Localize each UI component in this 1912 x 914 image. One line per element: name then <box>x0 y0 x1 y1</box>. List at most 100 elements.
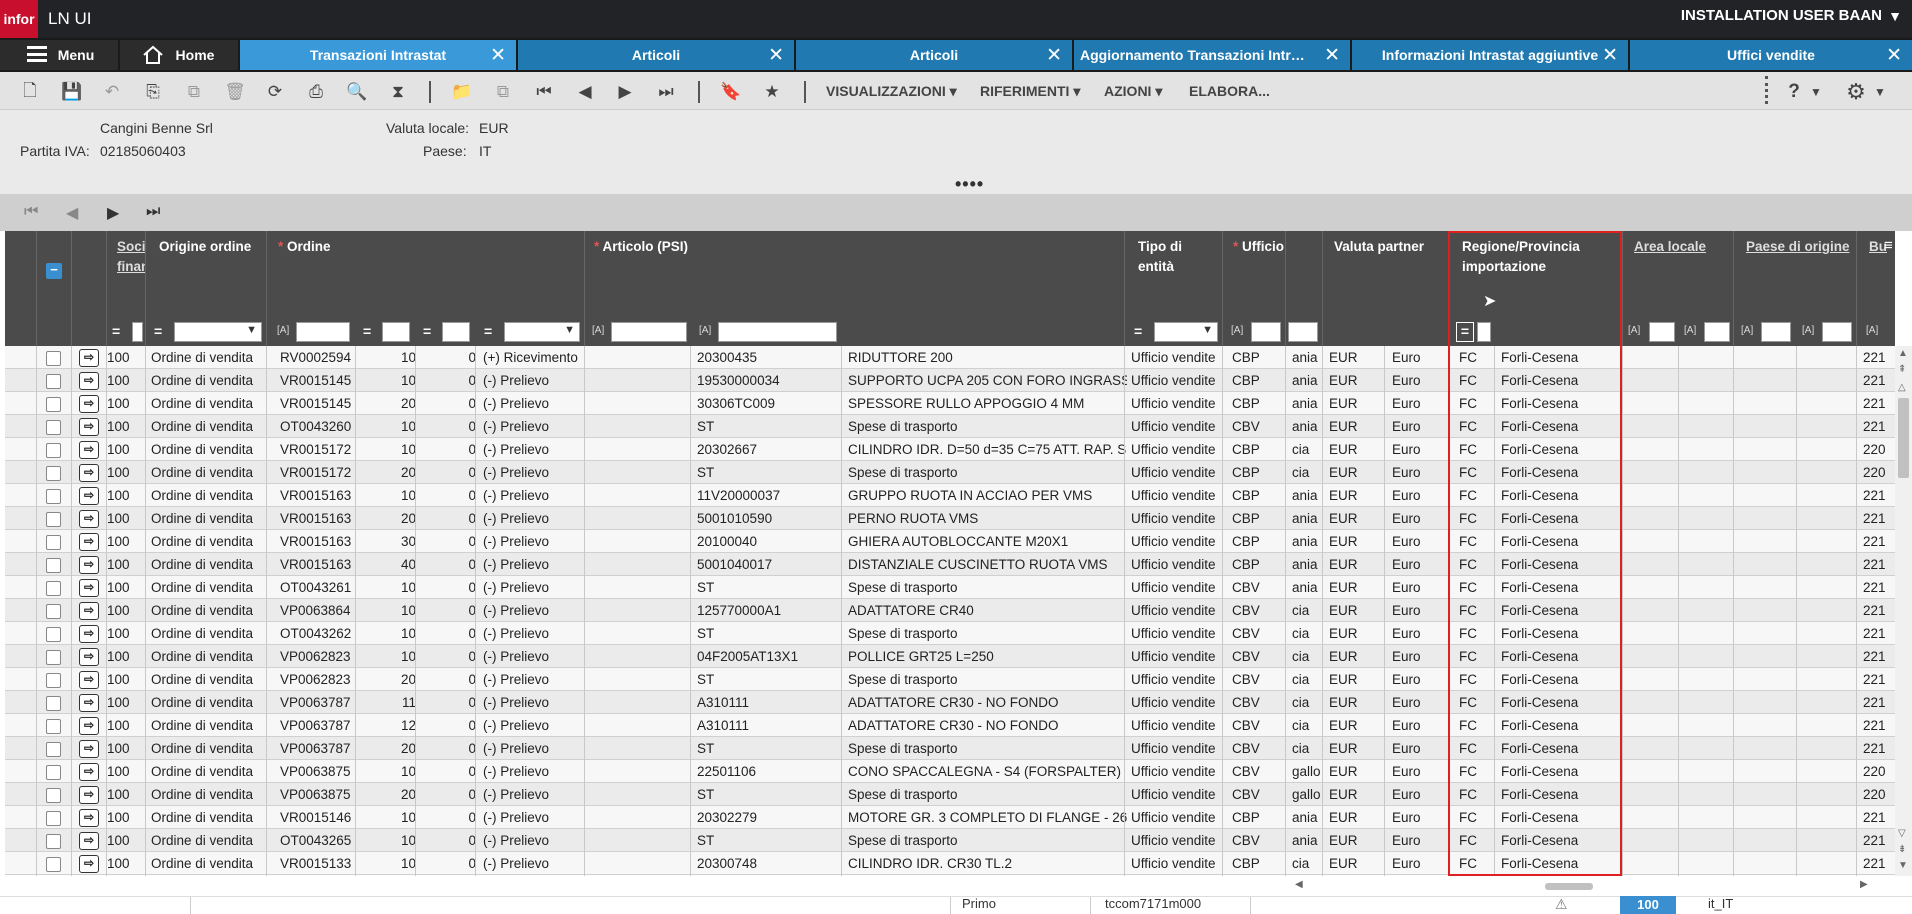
row-checkbox[interactable] <box>46 489 61 504</box>
next-page-icon[interactable]: ▶ <box>107 203 119 223</box>
copy-icon[interactable]: ⧉ <box>182 80 206 104</box>
vertical-scrollbar[interactable]: ▲ ⇞ △ ▽ ⇟ ▼ <box>1895 346 1912 876</box>
filter-input[interactable] <box>1288 322 1318 342</box>
goto-details-icon[interactable]: ⇨ <box>79 510 99 528</box>
close-icon[interactable]: ✕ <box>1602 44 1618 67</box>
goto-details-icon[interactable]: ⇨ <box>79 418 99 436</box>
filter-input[interactable] <box>442 322 470 342</box>
filter-input[interactable] <box>1649 322 1675 342</box>
filter-input[interactable] <box>382 322 410 342</box>
last-page-icon[interactable]: ⏭ <box>146 203 160 221</box>
goto-details-icon[interactable]: ⇨ <box>79 855 99 873</box>
column-header-origine[interactable]: Origine ordine <box>159 237 251 257</box>
tab-transazioni-intrastat[interactable]: Transazioni Intrastat ✕ <box>240 40 516 70</box>
goto-details-icon[interactable]: ⇨ <box>79 832 99 850</box>
previous-page-icon[interactable]: ◀ <box>66 203 78 223</box>
favorite-star-icon[interactable]: ★ <box>760 80 784 104</box>
goto-details-icon[interactable]: ⇨ <box>79 625 99 643</box>
user-menu-button[interactable]: INSTALLATION USER BAAN <box>1681 7 1882 24</box>
filter-input[interactable] <box>1761 322 1791 342</box>
filter-operator-icon[interactable]: = <box>363 323 371 339</box>
tab-home[interactable]: Home <box>120 40 238 70</box>
tab-informazioni-intrastat[interactable]: Informazioni Intrastat aggiuntive ✕ <box>1352 40 1628 70</box>
row-checkbox[interactable] <box>46 512 61 527</box>
goto-details-icon[interactable]: ⇨ <box>79 763 99 781</box>
select-all-checkbox[interactable]: − <box>46 263 62 279</box>
filter-operator-icon[interactable]: = <box>484 323 492 339</box>
row-checkbox[interactable] <box>46 857 61 872</box>
goto-details-icon[interactable]: ⇨ <box>79 717 99 735</box>
column-header-ufficio[interactable]: * Ufficio <box>1233 237 1289 257</box>
row-checkbox[interactable] <box>46 742 61 757</box>
goto-details-icon[interactable]: ⇨ <box>79 579 99 597</box>
folder-icon[interactable]: 📁 <box>450 80 474 104</box>
close-icon[interactable]: ✕ <box>1886 44 1902 67</box>
filter-input[interactable] <box>611 322 687 342</box>
horizontal-scrollbar[interactable]: ◀ ▶ <box>1290 876 1880 896</box>
tab-articoli-1[interactable]: Articoli ✕ <box>518 40 794 70</box>
copy-doc-icon[interactable]: ⧉ <box>491 80 515 104</box>
column-header-valuta-partner[interactable]: Valuta partner <box>1334 237 1424 257</box>
goto-details-icon[interactable]: ⇨ <box>79 349 99 367</box>
bookmark-icon[interactable]: 🔖 <box>719 80 743 104</box>
tab-aggiornamento[interactable]: Aggiornamento Transazioni Intrastat... ✕ <box>1074 40 1350 70</box>
filter-text-icon[interactable]: [A] <box>699 325 711 336</box>
filter-input[interactable] <box>1251 322 1281 342</box>
goto-details-icon[interactable]: ⇨ <box>79 464 99 482</box>
new-record-icon[interactable]: 🗋 <box>18 80 42 104</box>
row-checkbox[interactable] <box>46 650 61 665</box>
last-record-icon[interactable]: ⏭ <box>654 80 678 104</box>
close-icon[interactable]: ✕ <box>1324 44 1340 67</box>
row-checkbox[interactable] <box>46 834 61 849</box>
scroll-thumb[interactable] <box>1898 398 1909 478</box>
column-header-soci[interactable]: Soci finan <box>117 237 145 277</box>
goto-details-icon[interactable]: ⇨ <box>79 648 99 666</box>
caret-down-icon[interactable]: ▼ <box>1888 8 1902 24</box>
row-checkbox[interactable] <box>46 420 61 435</box>
previous-record-icon[interactable]: ◀ <box>573 80 597 104</box>
row-checkbox[interactable] <box>46 374 61 389</box>
row-checkbox[interactable] <box>46 604 61 619</box>
splitter-handle[interactable]: •••• <box>955 174 984 195</box>
filter-operator-icon[interactable]: = <box>112 323 120 339</box>
filter-input[interactable] <box>296 322 350 342</box>
next-record-icon[interactable]: ▶ <box>613 80 637 104</box>
filter-text-icon[interactable]: [A] <box>592 325 604 336</box>
row-checkbox[interactable] <box>46 558 61 573</box>
column-header-tipo-entita[interactable]: Tipo di entità <box>1138 237 1218 277</box>
duplicate-icon[interactable]: ⎘ <box>141 80 165 104</box>
refresh-icon[interactable]: ⟳ <box>263 80 287 104</box>
row-checkbox[interactable] <box>46 581 61 596</box>
filter-select[interactable]: ▼ <box>174 322 262 342</box>
row-checkbox[interactable] <box>46 466 61 481</box>
goto-details-icon[interactable]: ⇨ <box>79 487 99 505</box>
filter-text-icon[interactable]: [A] <box>1802 325 1814 336</box>
column-header-area-locale[interactable]: Area locale <box>1634 237 1706 257</box>
first-record-icon[interactable]: ⏮ <box>532 80 556 104</box>
row-checkbox[interactable] <box>46 788 61 803</box>
row-checkbox[interactable] <box>46 443 61 458</box>
row-checkbox[interactable] <box>46 811 61 826</box>
search-icon[interactable]: 🔍 <box>345 80 369 104</box>
filter-input[interactable] <box>1822 322 1852 342</box>
row-checkbox[interactable] <box>46 719 61 734</box>
goto-details-icon[interactable]: ⇨ <box>79 441 99 459</box>
row-checkbox[interactable] <box>46 351 61 366</box>
row-checkbox[interactable] <box>46 696 61 711</box>
row-checkbox[interactable] <box>46 397 61 412</box>
close-icon[interactable]: ✕ <box>490 44 506 67</box>
menu-azioni[interactable]: AZIONI ▾ <box>1104 83 1162 100</box>
menu-visualizzazioni[interactable]: VISUALIZZAZIONI ▾ <box>826 83 957 100</box>
undo-icon[interactable]: ↶ <box>100 80 124 104</box>
filter-text-icon[interactable]: [A] <box>1741 325 1753 336</box>
goto-details-icon[interactable]: ⇨ <box>79 395 99 413</box>
filter-select[interactable]: ▼ <box>504 322 580 342</box>
goto-details-icon[interactable]: ⇨ <box>79 694 99 712</box>
filter-text-icon[interactable]: [A] <box>1628 325 1640 336</box>
filter-input[interactable] <box>132 322 143 342</box>
filter-operator-icon[interactable]: = <box>1134 323 1142 339</box>
save-icon[interactable]: 💾 <box>60 80 84 104</box>
gear-icon[interactable]: ⚙ <box>1844 79 1868 104</box>
goto-details-icon[interactable]: ⇨ <box>79 809 99 827</box>
close-icon[interactable]: ✕ <box>768 44 784 67</box>
